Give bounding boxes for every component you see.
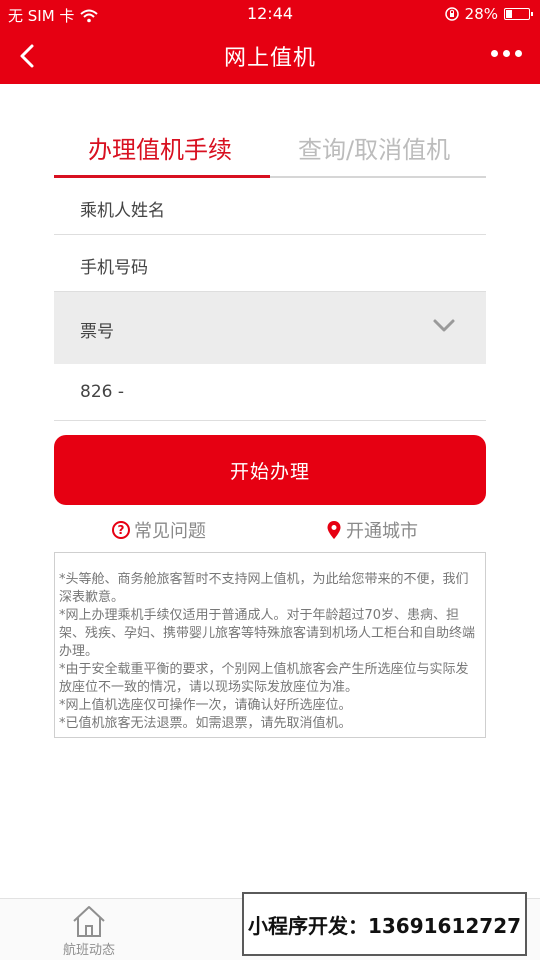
notice-line: *网上值机选座仅可操作一次，请确认好所选座位。 xyxy=(59,698,352,713)
faq-label: 常见问题 xyxy=(134,521,206,542)
cities-link[interactable]: 开通城市 xyxy=(326,517,418,543)
tab-checkin[interactable]: 办理值机手续 xyxy=(88,130,232,165)
notice-line: *头等舱、商务舱旅客暂时不支持网上值机，为此给您带来的不便，我们深表歉意。 xyxy=(59,572,469,605)
tabbar-item-flight-status[interactable]: 航班动态 xyxy=(48,903,130,958)
tabbar-label: 航班动态 xyxy=(62,943,115,958)
battery-percent: 28% xyxy=(464,5,498,23)
checkin-tabs: 办理值机手续 查询/取消值机 xyxy=(54,118,486,180)
page-title: 网上值机 xyxy=(223,46,316,71)
chevron-down-icon xyxy=(433,319,455,332)
passenger-name-field[interactable]: 乘机人姓名 xyxy=(54,178,486,235)
passenger-name-placeholder: 乘机人姓名 xyxy=(80,201,165,221)
ticket-type-select[interactable]: 票号 xyxy=(54,292,486,364)
question-icon: ? xyxy=(112,521,130,539)
help-links: ? 常见问题 开通城市 xyxy=(54,515,486,543)
ticket-number-value: 826 - xyxy=(80,382,124,402)
location-pin-icon xyxy=(327,521,341,539)
phone-field[interactable]: 手机号码 xyxy=(54,235,486,292)
ticket-number-field[interactable]: 826 - xyxy=(54,364,486,421)
status-bar: 无 SIM 卡 12:44 28% xyxy=(0,0,540,28)
faq-link[interactable]: ? 常见问题 xyxy=(112,517,206,543)
promo-overlay: 小程序开发：13691612727 xyxy=(242,892,527,956)
phone-placeholder: 手机号码 xyxy=(80,258,148,278)
cities-label: 开通城市 xyxy=(346,521,418,542)
notice-line: *网上办理乘机手续仅适用于普通成人。对于年龄超过70岁、患病、担架、残疾、孕妇、… xyxy=(59,608,476,659)
notice-box: *头等舱、商务舱旅客暂时不支持网上值机，为此给您带来的不便，我们深表歉意。 *网… xyxy=(54,552,486,738)
nav-bar: 网上值机 xyxy=(0,28,540,84)
ticket-type-label: 票号 xyxy=(80,322,114,342)
notice-line: *由于安全载重平衡的要求，个别网上值机旅客会产生所选座位与实际发放座位不一致的情… xyxy=(59,662,469,695)
status-right: 28% xyxy=(444,5,533,23)
battery-icon xyxy=(504,8,533,20)
notice-line: *已值机旅客无法退票。如需退票，请先取消值机。 xyxy=(59,716,352,731)
orientation-lock-icon xyxy=(444,7,459,21)
more-dots-icon[interactable] xyxy=(491,50,522,57)
start-checkin-button[interactable]: 开始办理 xyxy=(54,435,486,505)
tab-query-cancel[interactable]: 查询/取消值机 xyxy=(298,130,450,165)
home-icon xyxy=(73,906,105,937)
